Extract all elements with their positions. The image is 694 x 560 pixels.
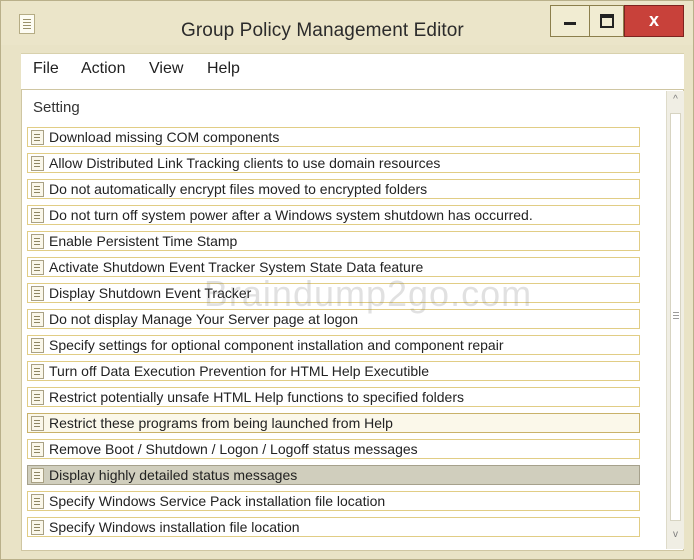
maximize-button[interactable] xyxy=(590,5,624,37)
list-item-label: Do not automatically encrypt files moved… xyxy=(49,181,428,197)
minimize-button[interactable] xyxy=(550,5,590,37)
list-item-label: Activate Shutdown Event Tracker System S… xyxy=(49,259,424,275)
list-item-label: Turn off Data Execution Prevention for H… xyxy=(49,363,429,379)
policy-setting-icon xyxy=(31,234,44,249)
list-item-label: Display Shutdown Event Tracker xyxy=(49,285,252,301)
list-item[interactable]: Turn off Data Execution Prevention for H… xyxy=(27,361,640,381)
list-item[interactable]: Display Shutdown Event Tracker xyxy=(27,283,640,303)
column-header-setting[interactable]: Setting xyxy=(33,99,80,116)
menu-file[interactable]: File xyxy=(33,60,59,78)
policy-setting-icon xyxy=(31,390,44,405)
list-item-highlighted[interactable]: Display highly detailed status messages xyxy=(27,465,640,485)
list-item-label: Specify Windows installation file locati… xyxy=(49,519,300,535)
list-item-label: Specify Windows Service Pack installatio… xyxy=(49,493,386,509)
scroll-up-icon[interactable]: ^ xyxy=(668,94,683,108)
policy-setting-icon xyxy=(31,156,44,171)
policy-setting-icon xyxy=(31,468,44,483)
policy-setting-icon xyxy=(31,312,44,327)
policy-setting-icon xyxy=(31,208,44,223)
list-item-label: Download missing COM components xyxy=(49,129,280,145)
list-item-label: Display highly detailed status messages xyxy=(49,467,298,483)
policy-setting-icon xyxy=(31,416,44,431)
list-item[interactable]: Do not automatically encrypt files moved… xyxy=(27,179,640,199)
list-item[interactable]: Remove Boot / Shutdown / Logon / Logoff … xyxy=(27,439,640,459)
list-item-label: Restrict these programs from being launc… xyxy=(49,415,393,431)
list-item[interactable]: Do not turn off system power after a Win… xyxy=(27,205,640,225)
list-item-label: Enable Persistent Time Stamp xyxy=(49,233,238,249)
menu-help[interactable]: Help xyxy=(207,60,240,78)
menu-action[interactable]: Action xyxy=(81,60,125,78)
list-item[interactable]: Specify settings for optional component … xyxy=(27,335,640,355)
close-button[interactable]: x xyxy=(624,5,684,37)
list-item-label: Do not turn off system power after a Win… xyxy=(49,207,533,223)
list-item[interactable]: Activate Shutdown Event Tracker System S… xyxy=(27,257,640,277)
policy-setting-icon xyxy=(31,338,44,353)
list-item[interactable]: Specify Windows installation file locati… xyxy=(27,517,640,537)
close-icon: x xyxy=(648,10,659,30)
group-policy-window: Group Policy Management Editor x File Ac… xyxy=(0,0,694,560)
policy-setting-icon xyxy=(31,286,44,301)
grip-icon xyxy=(673,312,679,313)
list-item-selected[interactable]: Restrict these programs from being launc… xyxy=(27,413,640,433)
policy-setting-icon xyxy=(31,182,44,197)
settings-list-pane: Setting Download missing COM components … xyxy=(21,89,684,551)
list-item[interactable]: Restrict potentially unsafe HTML Help fu… xyxy=(27,387,640,407)
policy-setting-icon xyxy=(31,442,44,457)
list-item[interactable]: Do not display Manage Your Server page a… xyxy=(27,309,640,329)
policy-setting-icon xyxy=(31,364,44,379)
menu-view[interactable]: View xyxy=(149,60,183,78)
list-item[interactable]: Download missing COM components xyxy=(27,127,640,147)
menu-bar: File Action View Help xyxy=(21,53,684,90)
scroll-down-icon[interactable]: v xyxy=(668,529,683,543)
policy-setting-icon xyxy=(31,520,44,535)
policy-setting-icon xyxy=(31,494,44,509)
vertical-scrollbar[interactable]: ^ v xyxy=(666,91,684,549)
scroll-thumb[interactable] xyxy=(670,113,681,521)
window-title: Group Policy Management Editor xyxy=(181,20,464,41)
list-item[interactable]: Allow Distributed Link Tracking clients … xyxy=(27,153,640,173)
policy-setting-icon xyxy=(31,260,44,275)
app-icon xyxy=(19,14,35,34)
list-item-label: Restrict potentially unsafe HTML Help fu… xyxy=(49,389,465,405)
title-bar[interactable]: Group Policy Management Editor x xyxy=(1,1,693,45)
list-item[interactable]: Specify Windows Service Pack installatio… xyxy=(27,491,640,511)
list-item-label: Remove Boot / Shutdown / Logon / Logoff … xyxy=(49,441,418,457)
list-item[interactable]: Enable Persistent Time Stamp xyxy=(27,231,640,251)
list-item-label: Specify settings for optional component … xyxy=(49,337,504,353)
list-item-label: Allow Distributed Link Tracking clients … xyxy=(49,155,441,171)
policy-setting-icon xyxy=(31,130,44,145)
list-item-label: Do not display Manage Your Server page a… xyxy=(49,311,358,327)
